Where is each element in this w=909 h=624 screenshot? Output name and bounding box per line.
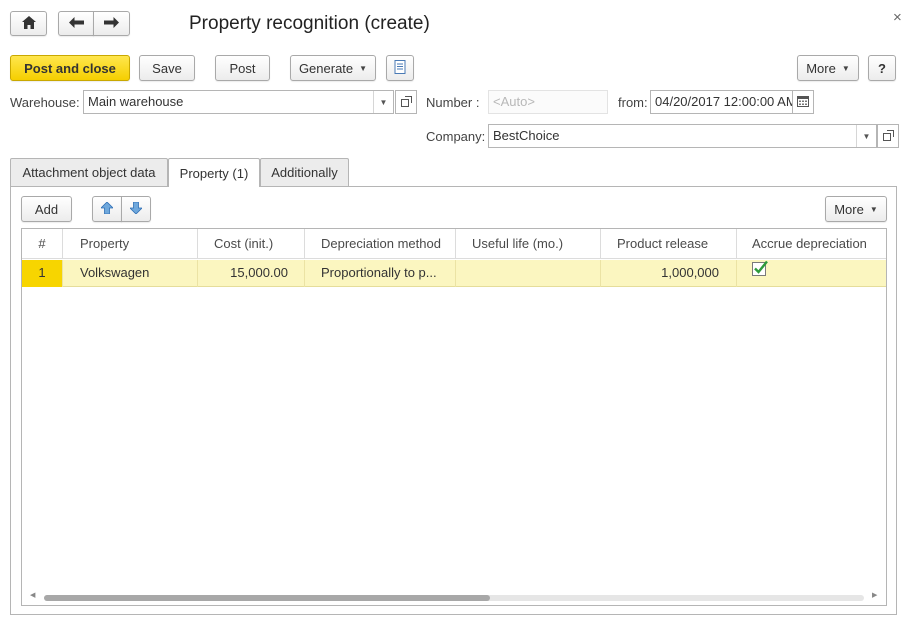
warehouse-field[interactable]: Main warehouse ▼ [83,90,394,114]
caret-down-icon: ▼ [841,63,850,73]
company-field[interactable]: BestChoice ▼ [488,124,877,148]
move-up-button[interactable] [92,196,122,222]
warehouse-label: Warehouse: [10,95,80,110]
arrow-right-icon [104,16,119,31]
calendar-button[interactable] [792,90,814,114]
calendar-icon [797,95,809,110]
table-more-button[interactable]: More ▼ [825,196,887,222]
cell-accrue-depreciation[interactable] [737,260,886,287]
table-row[interactable]: 1 Volkswagen 15,000.00 Proportionally to… [22,260,886,287]
post-button[interactable]: Post [215,55,270,81]
open-icon [882,129,894,144]
number-placeholder: <Auto> [493,94,535,109]
column-header-accrue-depreciation[interactable]: Accrue depreciation [737,229,886,259]
tab-property[interactable]: Property (1) [168,158,260,187]
window-title: Property recognition (create) [189,13,430,34]
save-button[interactable]: Save [139,55,195,81]
column-header-cost[interactable]: Cost (init.) [198,229,305,259]
more-label: More [806,60,836,76]
arrow-down-icon [129,201,143,217]
cell-depreciation-method[interactable]: Proportionally to p... [305,260,456,287]
tab-attachment-object-data[interactable]: Attachment object data [10,158,168,186]
cell-property[interactable]: Volkswagen [63,260,198,287]
arrow-up-icon [100,200,114,217]
home-icon [21,15,36,32]
tab-additionally[interactable]: Additionally [260,158,349,186]
caret-down-icon: ▼ [869,204,878,214]
warehouse-dropdown-icon[interactable]: ▼ [373,91,393,113]
column-header-number[interactable]: # [22,229,63,259]
arrow-left-icon [68,16,84,31]
add-button[interactable]: Add [21,196,72,222]
column-header-product-release[interactable]: Product release [601,229,737,259]
table-header: # Property Cost (init.) Depreciation met… [22,229,886,259]
cell-number: 1 [22,260,63,287]
number-field[interactable]: <Auto> [488,90,608,114]
warehouse-open-button[interactable] [395,90,417,114]
scrollbar-thumb[interactable] [44,595,490,601]
move-down-button[interactable] [121,196,151,222]
date-value: 04/20/2017 12:00:00 AM [655,94,793,109]
column-header-property[interactable]: Property [63,229,198,259]
open-icon [400,95,412,110]
help-button[interactable]: ? [868,55,896,81]
cell-useful-life[interactable] [456,260,601,287]
date-field[interactable]: 04/20/2017 12:00:00 AM [650,90,793,114]
property-table[interactable]: # Property Cost (init.) Depreciation met… [21,228,887,606]
company-label: Company: [426,129,486,144]
company-dropdown-icon[interactable]: ▼ [856,125,876,147]
company-value: BestChoice [493,128,560,143]
home-button[interactable] [10,11,47,36]
caret-down-icon: ▼ [359,63,368,73]
warehouse-value: Main warehouse [88,94,184,109]
forward-button[interactable] [93,11,130,36]
column-header-useful-life[interactable]: Useful life (mo.) [456,229,601,259]
document-icon [394,59,406,77]
table-more-label: More [834,201,864,217]
post-and-close-button[interactable]: Post and close [10,55,130,81]
from-label: from: [618,95,648,110]
generate-label: Generate [298,60,354,76]
close-icon[interactable]: × [893,9,902,26]
checkbox-checked-icon[interactable] [752,260,768,285]
scroll-right-icon[interactable]: ▶ [872,591,877,599]
horizontal-scrollbar[interactable]: ◀ ▶ [22,589,886,605]
scroll-left-icon[interactable]: ◀ [30,591,35,599]
generate-button[interactable]: Generate ▼ [290,55,376,81]
column-header-depreciation-method[interactable]: Depreciation method [305,229,456,259]
cell-product-release[interactable]: 1,000,000 [601,260,737,287]
company-open-button[interactable] [877,124,899,148]
number-label: Number : [426,95,480,110]
back-button[interactable] [58,11,94,36]
report-button[interactable] [386,55,414,81]
more-button[interactable]: More ▼ [797,55,859,81]
cell-cost[interactable]: 15,000.00 [198,260,305,287]
